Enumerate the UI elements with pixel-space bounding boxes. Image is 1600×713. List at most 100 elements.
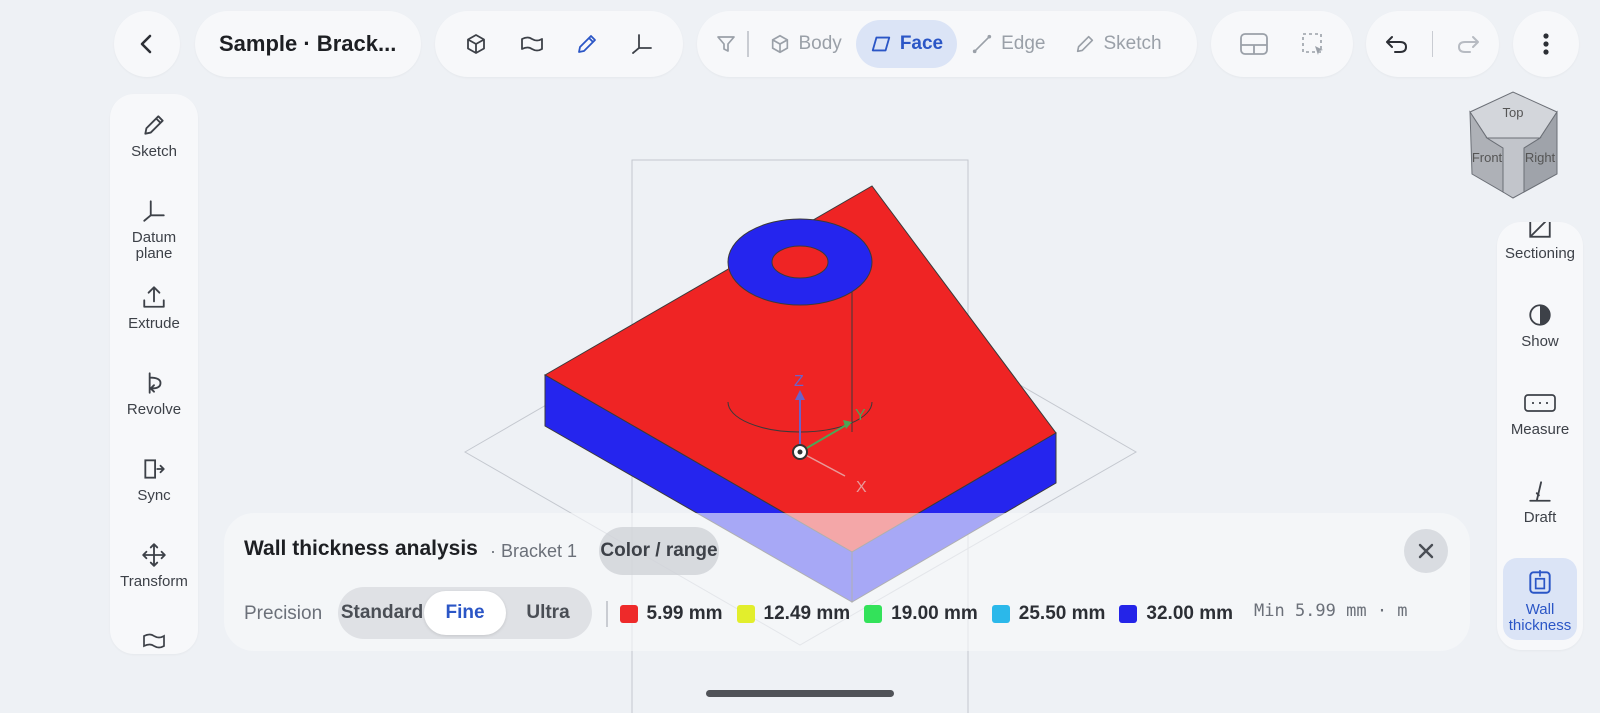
surface-icon	[141, 628, 167, 654]
viewcube-top-label[interactable]: Top	[1503, 105, 1524, 120]
tool-draft[interactable]: Draft	[1503, 478, 1577, 526]
tool-transform-label: Transform	[120, 573, 188, 590]
redo-icon[interactable]	[1455, 32, 1481, 56]
tool-measure-label: Measure	[1510, 421, 1570, 438]
precision-standard[interactable]: Standard	[341, 591, 423, 635]
filter-face[interactable]: Face	[855, 20, 958, 68]
tool-sync[interactable]: Sync	[110, 456, 198, 504]
tool-draft-label: Draft	[1523, 509, 1557, 526]
undo-icon[interactable]	[1384, 32, 1410, 56]
tool-show[interactable]: Show	[1503, 302, 1577, 350]
filter-edge[interactable]: Edge	[957, 20, 1059, 68]
legend-item: 12.49 mm	[736, 603, 851, 625]
legend-label: 25.50 mm	[1018, 603, 1106, 624]
datum-icon	[141, 198, 167, 224]
filter-face-label: Face	[899, 33, 944, 54]
filter-body[interactable]: Body	[755, 20, 856, 68]
tool-measure[interactable]: Measure	[1503, 390, 1577, 438]
panel-subtitle: · Bracket 1	[490, 541, 578, 561]
tool-sectioning-label: Sectioning	[1504, 245, 1576, 262]
revolve-icon	[141, 370, 167, 396]
surface-icon[interactable]	[519, 32, 545, 56]
cube-icon[interactable]	[464, 32, 488, 56]
legend-swatch	[991, 605, 1010, 623]
axis-triad: Z Y X	[792, 373, 867, 496]
close-button[interactable]	[1404, 529, 1448, 573]
axis-z-label: Z	[794, 373, 804, 390]
legend-item: 32.00 mm	[1119, 603, 1233, 625]
more-vertical-icon	[1542, 32, 1550, 56]
feature-toolbar: Sketch Datum plane Extrude Revolve Sync …	[110, 94, 198, 654]
pencil-icon[interactable]	[575, 32, 599, 56]
wall-thickness-panel: Wall thickness analysis · Bracket 1 Colo…	[224, 513, 1470, 651]
tool-extrude[interactable]: Extrude	[110, 284, 198, 332]
legend-divider	[606, 601, 608, 627]
analysis-toolbar: Sectioning Show Measure Draft Wall thick…	[1497, 222, 1583, 650]
wall-thickness-icon	[1527, 568, 1553, 596]
legend-label: 32.00 mm	[1146, 603, 1234, 624]
legend-swatch	[864, 605, 883, 623]
document-title[interactable]: Sample · Brack...	[195, 11, 421, 77]
precision-ultra[interactable]: Ultra	[508, 591, 588, 635]
filter-sketch-label: Sketch	[1103, 33, 1162, 54]
axis-y-label: Y	[855, 407, 866, 424]
history-divider	[1431, 31, 1434, 57]
legend-item: 25.50 mm	[991, 603, 1106, 625]
selection-box-icon[interactable]	[1300, 31, 1326, 57]
face-icon	[870, 33, 892, 55]
half-circle-icon	[1527, 302, 1553, 328]
draft-icon	[1527, 478, 1553, 504]
tool-more-partial[interactable]	[110, 628, 198, 654]
view-cube[interactable]: Top Front Right	[1469, 91, 1558, 199]
pencil-icon	[141, 112, 167, 138]
back-button[interactable]	[114, 11, 180, 77]
edge-icon	[971, 33, 993, 55]
chevron-left-icon	[136, 33, 158, 55]
filter-sketch[interactable]: Sketch	[1060, 20, 1176, 68]
legend-swatch	[736, 605, 755, 623]
legend-swatch	[1119, 605, 1138, 623]
tool-transform[interactable]: Transform	[110, 542, 198, 590]
precision-label: Precision	[244, 603, 323, 624]
tool-datum-plane-label: Datum plane	[131, 229, 177, 262]
tool-sketch[interactable]: Sketch	[110, 112, 198, 160]
sync-icon	[141, 456, 167, 482]
filter-body-label: Body	[798, 33, 842, 54]
home-indicator[interactable]	[706, 690, 894, 697]
legend-swatch	[619, 605, 638, 623]
min-max-readout: Min 5.99 mm · m	[1254, 601, 1408, 621]
tool-revolve[interactable]: Revolve	[110, 370, 198, 418]
legend-label: 12.49 mm	[763, 603, 851, 624]
close-icon	[1418, 543, 1434, 559]
more-button[interactable]	[1513, 11, 1579, 77]
legend-label: 19.00 mm	[891, 603, 978, 624]
color-range-button[interactable]: Color / range	[599, 527, 719, 575]
filter-divider	[747, 31, 749, 57]
precision-selector: Standard Fine Ultra	[338, 587, 592, 639]
mode-tools	[435, 11, 683, 77]
tool-datum-plane[interactable]: Datum plane	[110, 198, 198, 262]
history-tools	[1366, 11, 1499, 77]
precision-fine[interactable]: Fine	[424, 591, 506, 635]
tool-wall-thickness[interactable]: Wall thickness	[1503, 558, 1577, 640]
tool-extrude-label: Extrude	[128, 315, 180, 332]
legend-label: 5.99 mm	[646, 603, 723, 624]
viewcube-right-label[interactable]: Right	[1525, 150, 1556, 165]
viewcube-front-label[interactable]: Front	[1472, 150, 1503, 165]
pencil-icon	[1074, 33, 1096, 55]
cube-icon	[769, 33, 791, 55]
tool-wall-thickness-label: Wall thickness	[1508, 601, 1572, 634]
extrude-icon	[141, 284, 167, 310]
tool-revolve-label: Revolve	[126, 401, 182, 418]
datum-icon[interactable]	[630, 32, 654, 56]
filter-icon[interactable]	[715, 33, 737, 55]
tool-sectioning[interactable]: Sectioning	[1503, 222, 1577, 262]
legend-item: 5.99 mm	[619, 603, 723, 625]
filter-edge-label: Edge	[1001, 33, 1046, 54]
tool-show-label: Show	[1521, 333, 1559, 350]
document-title-text: Sample · Brack...	[219, 31, 397, 56]
tool-sync-label: Sync	[137, 487, 171, 504]
layout-icon[interactable]	[1239, 31, 1269, 57]
section-icon	[1527, 222, 1553, 240]
thickness-legend: 5.99 mm 12.49 mm 19.00 mm 25.50 mm 32.00…	[606, 597, 1247, 631]
